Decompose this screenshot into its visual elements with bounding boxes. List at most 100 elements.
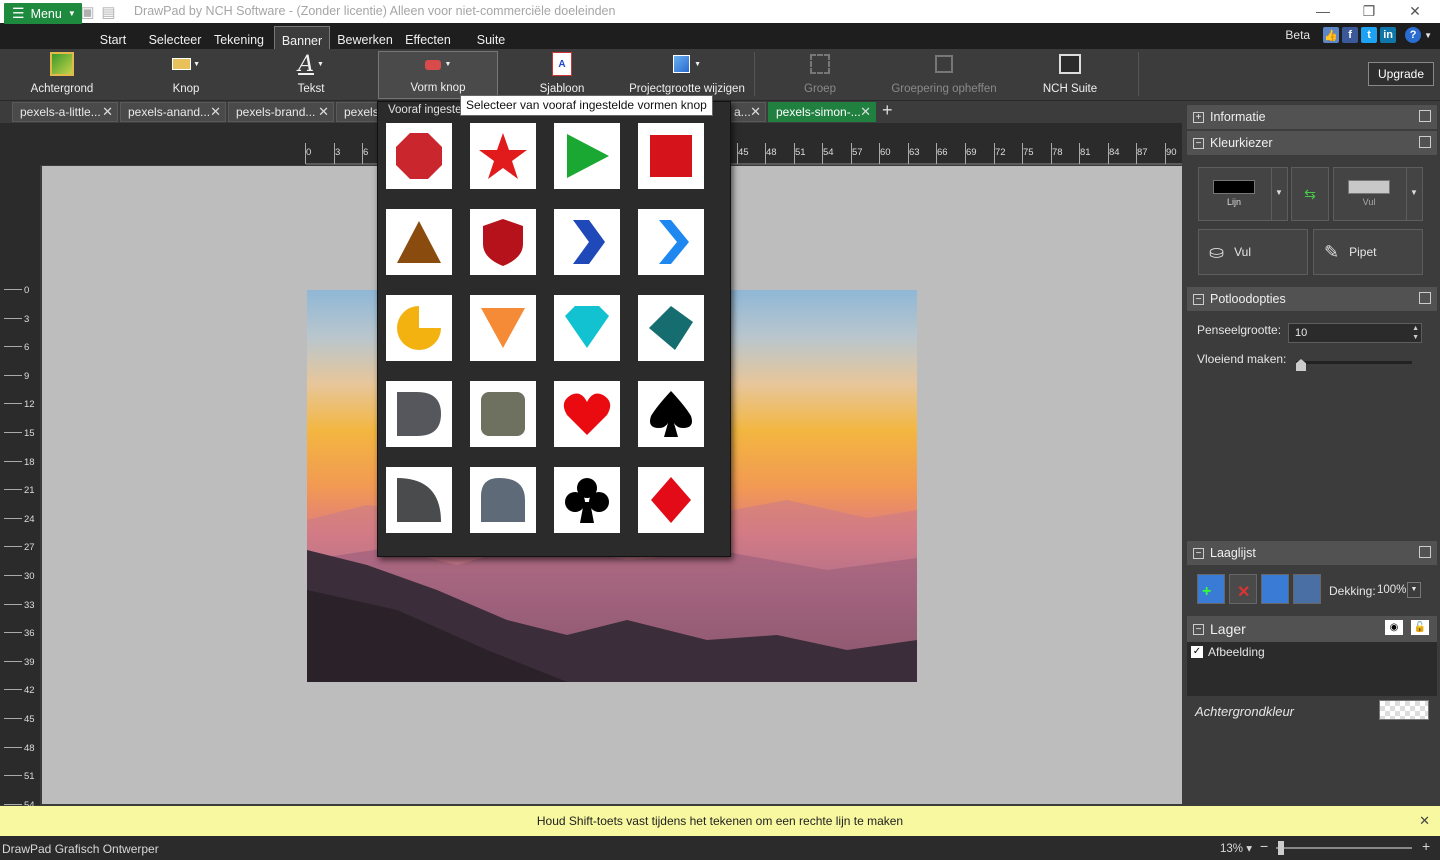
document-icon[interactable]: ▤	[100, 3, 117, 21]
collapse-icon[interactable]: −	[1193, 293, 1204, 305]
d-shape-grey-shape-icon[interactable]	[386, 381, 452, 447]
kleurkiezer-header[interactable]: − Kleurkiezer	[1187, 131, 1437, 155]
duplicate-layer-icon[interactable]	[1261, 574, 1289, 604]
close-tab-icon[interactable]: ✕	[750, 104, 761, 120]
collapse-icon[interactable]: −	[1193, 547, 1204, 559]
zoom-dropdown[interactable]: 13% ▾	[1220, 841, 1252, 855]
linkedin-icon[interactable]: in	[1380, 27, 1397, 43]
delete-layer-icon[interactable]: ✕	[1229, 574, 1257, 604]
like-icon[interactable]: 👍	[1323, 27, 1340, 43]
tab-effecten[interactable]: Effecten	[402, 26, 454, 49]
undock-icon[interactable]	[1419, 136, 1431, 148]
rounded-tab-slate-shape-icon[interactable]	[470, 467, 536, 533]
chevron-blue-dark-shape-icon[interactable]	[554, 209, 620, 275]
opacity-value[interactable]: 100%	[1377, 584, 1406, 596]
zoom-slider-handle[interactable]	[1278, 841, 1284, 855]
eye-icon[interactable]: ◉	[1385, 620, 1403, 635]
nch-suite-button[interactable]: NCH Suite	[1040, 49, 1100, 99]
swap-colors-icon[interactable]: ⇆	[1291, 167, 1329, 221]
knop-button[interactable]: ▼ Knop	[160, 49, 212, 99]
diamond-teal-shape-icon[interactable]	[638, 295, 704, 361]
shield-red-shape-icon[interactable]	[470, 209, 536, 275]
merge-layer-icon[interactable]	[1293, 574, 1321, 604]
add-layer-icon[interactable]: +	[1197, 574, 1225, 604]
diamond-red-shape-icon[interactable]	[638, 467, 704, 533]
zoom-out-icon[interactable]: −	[1260, 838, 1268, 854]
facebook-icon[interactable]: f	[1342, 27, 1359, 43]
restore-icon[interactable]: ❐	[1346, 0, 1392, 22]
triangle-down-orange-shape-icon[interactable]	[470, 295, 536, 361]
potloodopties-header[interactable]: − Potloodopties	[1187, 287, 1437, 311]
doc-tab[interactable]: pexels-brand... ✕	[228, 102, 334, 122]
tab-banner[interactable]: Banner	[274, 26, 330, 49]
line-color-picker[interactable]: Lijn ▼	[1198, 167, 1288, 221]
upgrade-button[interactable]: Upgrade	[1368, 62, 1434, 86]
background-color-swatch[interactable]	[1379, 700, 1429, 720]
close-tab-icon[interactable]: ✕	[318, 104, 329, 120]
tekst-button[interactable]: A ▼ Tekst	[288, 49, 334, 99]
brush-size-input[interactable]: 10 ▲ ▼	[1288, 323, 1422, 343]
undock-icon[interactable]	[1419, 292, 1431, 304]
club-black-shape-icon[interactable]	[554, 467, 620, 533]
collapse-icon[interactable]: −	[1193, 137, 1204, 149]
layer-visible-checkbox[interactable]: ✓	[1191, 646, 1203, 658]
projectgrootte-button[interactable]: ▼ Projectgrootte wijzigen	[628, 49, 746, 99]
help-icon[interactable]: ?	[1405, 27, 1422, 43]
tab-start[interactable]: Start	[92, 26, 134, 49]
doc-tab[interactable]: a... ✕	[726, 102, 766, 122]
pipet-button[interactable]: ✎ Pipet	[1313, 229, 1423, 275]
undock-icon[interactable]	[1419, 546, 1431, 558]
close-icon[interactable]: ✕	[1419, 813, 1430, 829]
square-red-shape-icon[interactable]	[638, 123, 704, 189]
tab-tekening[interactable]: Tekening	[212, 26, 266, 49]
star-red-shape-icon[interactable]	[470, 123, 536, 189]
lager-header[interactable]: − Lager ◉ 🔓	[1187, 616, 1437, 642]
laaglijst-header[interactable]: − Laaglijst	[1187, 541, 1437, 565]
add-tab-icon[interactable]: +	[882, 100, 893, 121]
sjabloon-button[interactable]: A Sjabloon	[536, 49, 588, 99]
tab-selecteer[interactable]: Selecteer	[146, 26, 204, 49]
smoothing-slider[interactable]	[1296, 361, 1412, 364]
fill-tool-button[interactable]: ⛀ Vul	[1198, 229, 1308, 275]
play-green-shape-icon[interactable]	[554, 123, 620, 189]
spade-black-shape-icon[interactable]	[638, 381, 704, 447]
achtergrond-button[interactable]: Achtergrond	[28, 49, 96, 99]
doc-tab[interactable]: pexels	[336, 102, 378, 122]
triangle-brown-shape-icon[interactable]	[386, 209, 452, 275]
doc-tab[interactable]: pexels-a-little... ✕	[12, 102, 118, 122]
close-tab-icon[interactable]: ✕	[860, 104, 871, 120]
spinner-icon[interactable]: ▲ ▼	[1412, 324, 1419, 342]
heart-red-shape-icon[interactable]	[554, 381, 620, 447]
lock-icon[interactable]: 🔓	[1411, 620, 1429, 635]
chevron-down-icon[interactable]: ▼	[1410, 188, 1418, 197]
twitter-icon[interactable]: t	[1361, 27, 1378, 43]
chevron-down-icon[interactable]: ▼	[1275, 188, 1283, 197]
doc-tab-active[interactable]: pexels-simon-... ✕	[768, 102, 876, 122]
groepering-opheffen-button[interactable]: Groepering opheffen	[888, 49, 1000, 99]
expand-icon[interactable]: +	[1193, 111, 1204, 123]
pacman-yellow-shape-icon[interactable]	[386, 295, 452, 361]
zoom-in-icon[interactable]: +	[1422, 838, 1430, 854]
vorm-knop-button[interactable]: ▼ Vorm knop	[378, 51, 498, 99]
help-dropdown-icon[interactable]: ▼	[1424, 31, 1432, 40]
layer-name[interactable]: Afbeelding	[1208, 645, 1265, 659]
tab-suite[interactable]: Suite	[474, 26, 508, 49]
menu-button[interactable]: ☰ Menu ▼	[4, 3, 82, 24]
diamond-cyan-shape-icon[interactable]	[554, 295, 620, 361]
collapse-icon[interactable]: −	[1193, 623, 1204, 635]
zoom-slider[interactable]	[1276, 847, 1412, 849]
close-tab-icon[interactable]: ✕	[210, 104, 221, 120]
close-icon[interactable]: ✕	[1392, 0, 1438, 22]
minimize-icon[interactable]: —	[1300, 0, 1346, 22]
undock-icon[interactable]	[1419, 110, 1431, 122]
chevron-down-icon[interactable]: ▼	[1407, 582, 1421, 598]
quarter-circle-grey-shape-icon[interactable]	[386, 467, 452, 533]
rounded-square-olive-shape-icon[interactable]	[470, 381, 536, 447]
groep-button[interactable]: Groep	[796, 49, 844, 99]
informatie-header[interactable]: + Informatie	[1187, 105, 1437, 129]
chevron-blue-light-shape-icon[interactable]	[638, 209, 704, 275]
doc-tab[interactable]: pexels-anand... ✕	[120, 102, 226, 122]
octagon-red-shape-icon[interactable]	[386, 123, 452, 189]
close-tab-icon[interactable]: ✕	[102, 104, 113, 120]
tab-bewerken[interactable]: Bewerken	[337, 26, 393, 49]
